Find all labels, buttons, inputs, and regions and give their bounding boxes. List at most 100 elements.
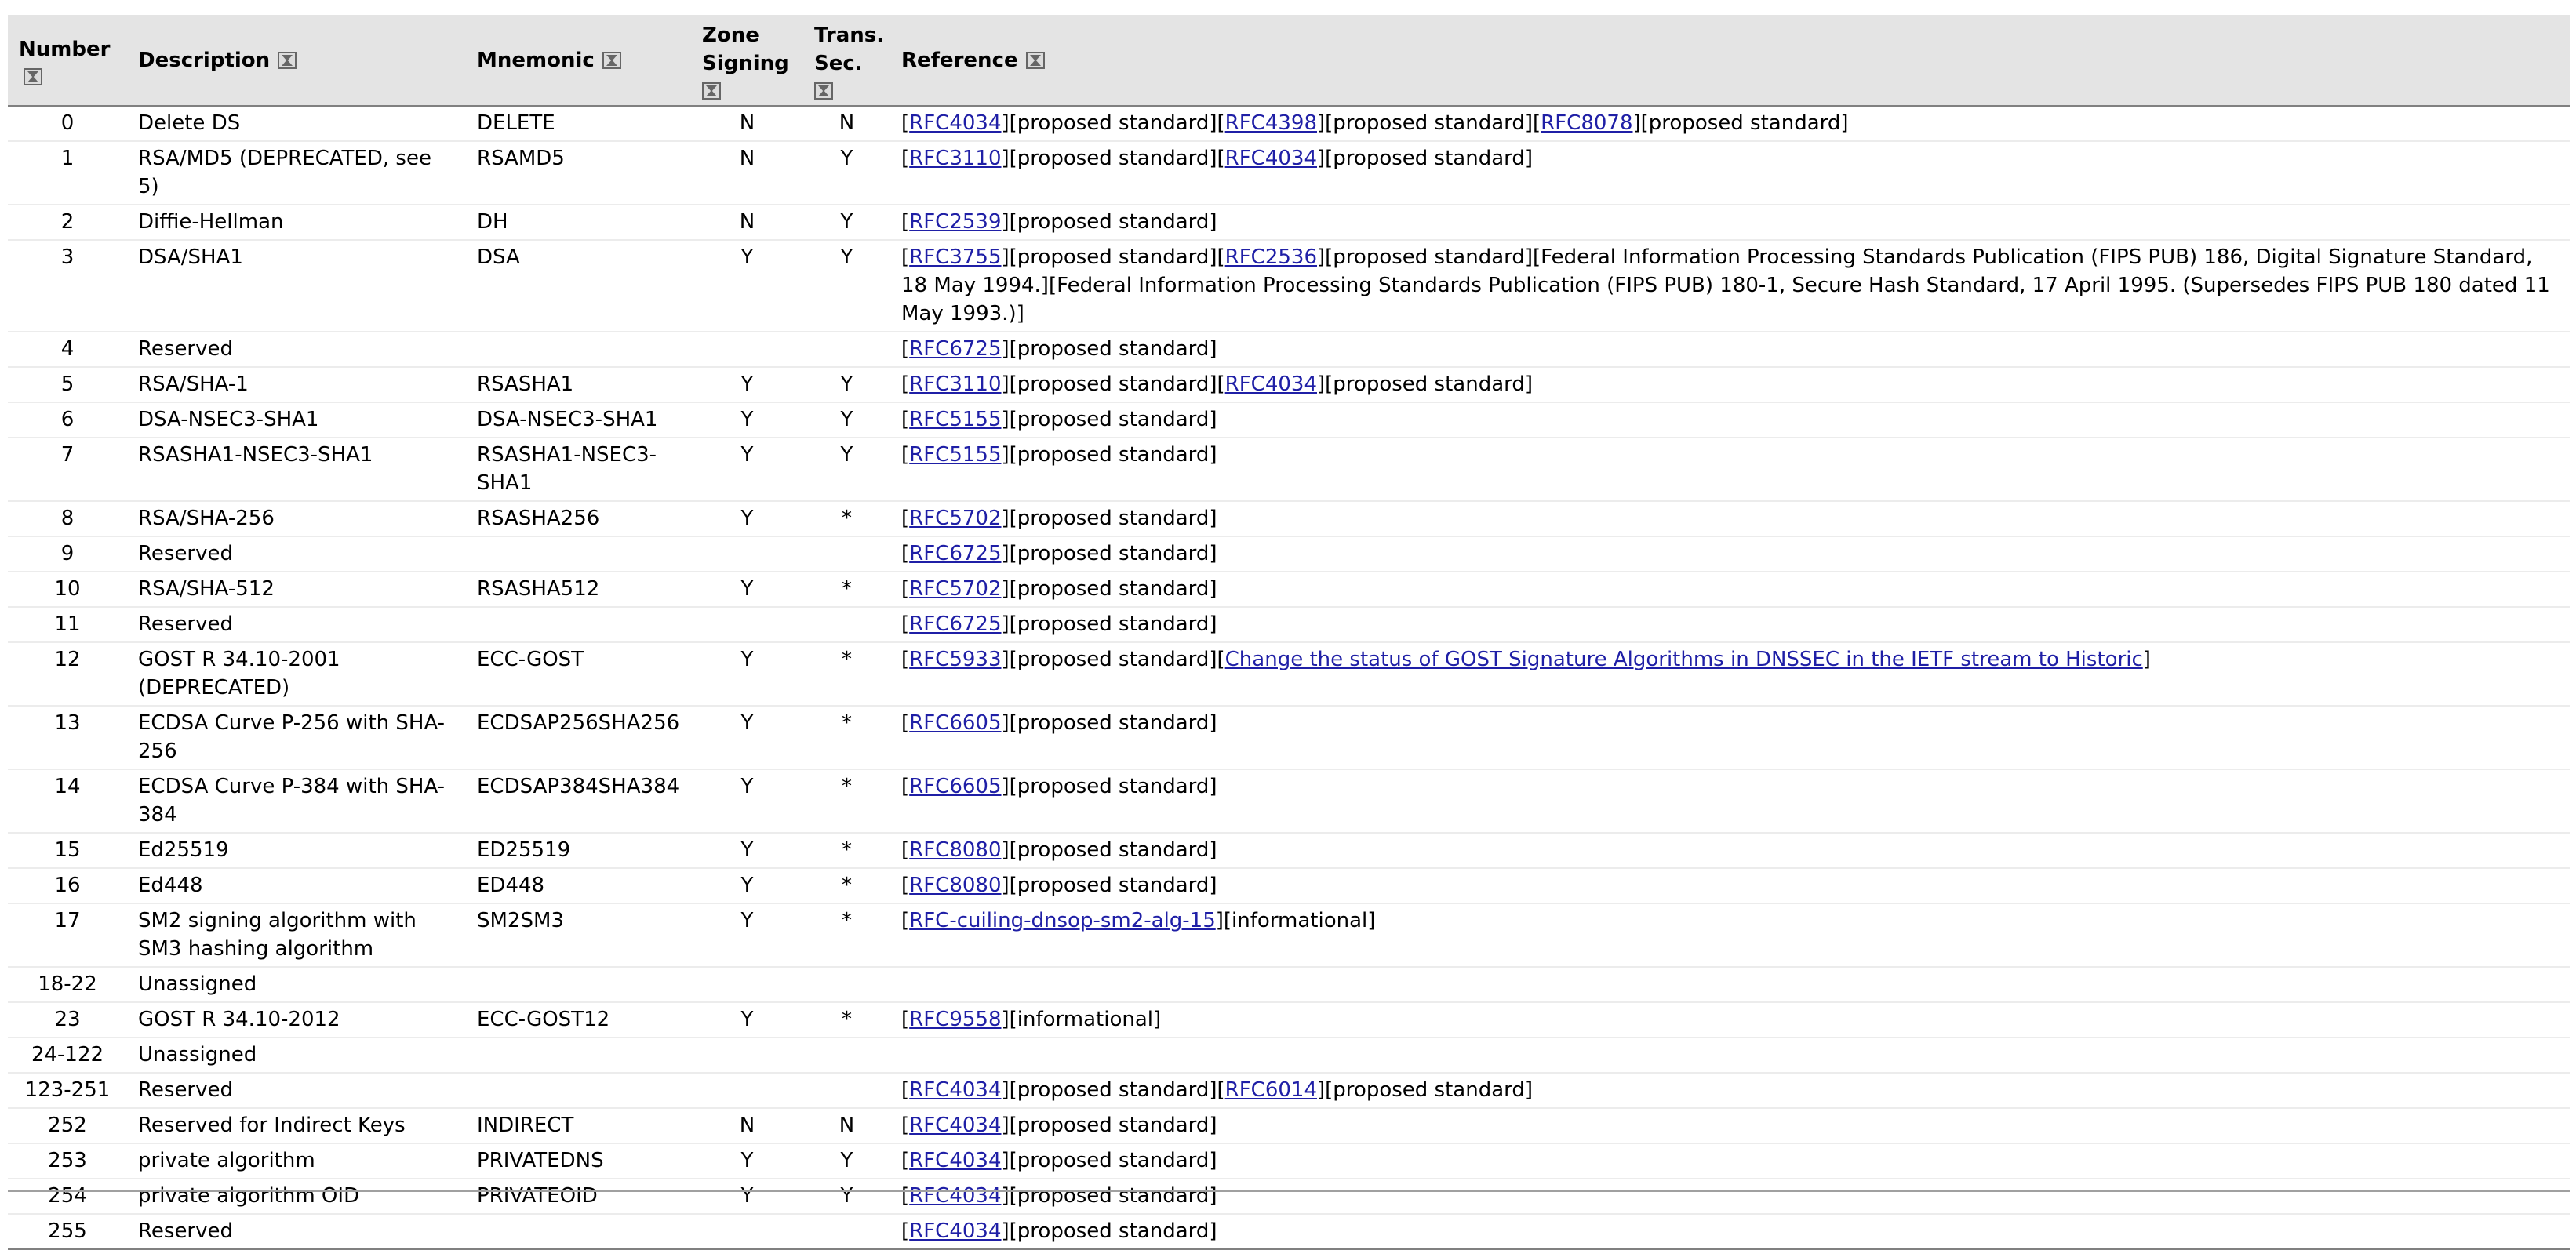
zone-signing-cell: Y xyxy=(691,706,803,770)
reference-text: ][proposed standard][ xyxy=(1001,245,1225,269)
description-cell: GOST R 34.10-2012 xyxy=(127,1002,466,1038)
zone-signing-cell: Y xyxy=(691,501,803,537)
reference-cell: [RFC3110][proposed standard][RFC4034][pr… xyxy=(890,367,2570,403)
hourglass-sort-icon[interactable] xyxy=(24,67,42,85)
number-cell: 3 xyxy=(8,240,127,332)
trans-sec-cell: * xyxy=(803,833,890,869)
reference-cell: [RFC4034][proposed standard] xyxy=(890,1143,2570,1179)
trans-sec-cell: Y xyxy=(803,402,890,438)
number-cell: 253 xyxy=(8,1143,127,1179)
reference-cell: [RFC6605][proposed standard] xyxy=(890,769,2570,834)
reference-link[interactable]: RFC4034 xyxy=(909,1149,1001,1172)
reference-link[interactable]: RFC4034 xyxy=(909,1114,1001,1137)
number-cell: 12 xyxy=(8,642,127,707)
column-header-number[interactable]: Number xyxy=(8,15,127,107)
reference-link[interactable]: RFC6605 xyxy=(909,775,1001,798)
column-header-label: Number xyxy=(19,37,111,61)
reference-text: ][proposed standard] xyxy=(1632,111,1849,135)
description-cell: Reserved xyxy=(127,1073,466,1109)
table-row: 2 Diffie-Hellman DH N Y [RFC2539][proposed st… xyxy=(8,205,2570,241)
reference-link[interactable]: RFC5155 xyxy=(909,443,1001,467)
reference-link[interactable]: RFC-cuiling-dnsop-sm2-alg-15 xyxy=(909,909,1216,932)
reference-text: [ xyxy=(901,443,910,467)
trans-sec-cell: Y xyxy=(803,1143,890,1179)
reference-text: ][proposed standard] xyxy=(1317,1078,1534,1102)
reference-link[interactable]: Change the status of GOST Signature Algo… xyxy=(1225,648,2143,671)
reference-link[interactable]: RFC6605 xyxy=(909,711,1001,735)
reference-link[interactable]: RFC4034 xyxy=(909,1184,1001,1208)
hourglass-sort-icon[interactable] xyxy=(602,52,621,69)
reference-link[interactable]: RFC2539 xyxy=(909,210,1001,234)
reference-link[interactable]: RFC8078 xyxy=(1541,111,1632,135)
description-cell: ECDSA Curve P-256 with SHA-256 xyxy=(127,706,466,770)
reference-cell: [RFC6725][proposed standard] xyxy=(890,332,2570,368)
reference-link[interactable]: RFC4398 xyxy=(1225,111,1317,135)
reference-link[interactable]: RFC6725 xyxy=(909,542,1001,565)
description-cell: Reserved xyxy=(127,607,466,643)
number-cell: 18-22 xyxy=(8,967,127,1003)
description-cell: Diffie-Hellman xyxy=(127,205,466,241)
zone-signing-cell xyxy=(691,607,803,643)
reference-link[interactable]: RFC3110 xyxy=(909,147,1001,170)
zone-signing-cell xyxy=(691,967,803,1003)
description-cell: Reserved xyxy=(127,536,466,572)
reference-text: [ xyxy=(901,577,910,601)
reference-link[interactable]: RFC4034 xyxy=(1225,147,1317,170)
hourglass-sort-icon[interactable] xyxy=(1025,52,1045,69)
reference-cell: [RFC5933][proposed standard][Change the … xyxy=(890,642,2570,707)
table-row: 18-22 Unassigned xyxy=(8,967,2570,1003)
reference-text: ][proposed standard][ xyxy=(1001,1078,1225,1102)
reference-link[interactable]: RFC4034 xyxy=(909,1219,1001,1243)
number-cell: 1 xyxy=(8,141,127,205)
reference-text: ][proposed standard][ xyxy=(1001,372,1225,396)
table-row: 14 ECDSA Curve P-384 with SHA-384 ECDSAP38… xyxy=(8,769,2570,834)
reference-link[interactable]: RFC5155 xyxy=(909,408,1001,431)
reference-link[interactable]: RFC6725 xyxy=(909,337,1001,361)
reference-text: [ xyxy=(901,111,910,135)
reference-link[interactable]: RFC8080 xyxy=(909,874,1001,897)
column-header-mnemonic[interactable]: Mnemonic xyxy=(466,15,691,107)
number-cell: 16 xyxy=(8,868,127,904)
trans-sec-cell: * xyxy=(803,868,890,904)
description-cell: Reserved xyxy=(127,332,466,368)
column-header-reference[interactable]: Reference xyxy=(890,15,2570,107)
mnemonic-cell: ED448 xyxy=(466,868,691,904)
reference-cell xyxy=(890,1037,2570,1074)
reference-link[interactable]: RFC5702 xyxy=(909,577,1001,601)
mnemonic-cell: DSA xyxy=(466,240,691,332)
reference-text: ][proposed standard] xyxy=(1001,1184,1217,1208)
reference-link[interactable]: RFC3755 xyxy=(909,245,1001,269)
reference-link[interactable]: RFC5933 xyxy=(909,648,1001,671)
reference-cell: [RFC5702][proposed standard] xyxy=(890,572,2570,608)
reference-link[interactable]: RFC8080 xyxy=(909,838,1001,862)
reference-link[interactable]: RFC4034 xyxy=(1225,372,1317,396)
zone-signing-cell: Y xyxy=(691,903,803,968)
mnemonic-cell: PRIVATEOID xyxy=(466,1179,691,1215)
column-header-zone-signing[interactable]: Zone Signing xyxy=(691,15,803,107)
trans-sec-cell xyxy=(803,967,890,1003)
hourglass-sort-icon[interactable] xyxy=(814,82,833,100)
reference-text: ][proposed standard] xyxy=(1001,874,1217,897)
reference-text: ][proposed standard][ xyxy=(1001,111,1225,135)
column-header-trans-sec[interactable]: Trans. Sec. xyxy=(803,15,890,107)
table-body: 0 Delete DS DELETE N N [RFC4034][proposed sta… xyxy=(8,106,2570,1250)
trans-sec-cell: * xyxy=(803,501,890,537)
column-header-description[interactable]: Description xyxy=(127,15,466,107)
reference-text: [ xyxy=(901,1184,910,1208)
reference-link[interactable]: RFC6725 xyxy=(909,612,1001,636)
reference-link[interactable]: RFC2536 xyxy=(1225,245,1317,269)
hourglass-sort-icon[interactable] xyxy=(702,82,721,100)
reference-link[interactable]: RFC9558 xyxy=(909,1008,1001,1031)
reference-link[interactable]: RFC6014 xyxy=(1225,1078,1317,1102)
reference-text: ][proposed standard] xyxy=(1001,210,1217,234)
trans-sec-cell xyxy=(803,1073,890,1109)
reference-text: ][proposed standard][ xyxy=(1001,147,1225,170)
zone-signing-cell: N xyxy=(691,1108,803,1144)
reference-link[interactable]: RFC4034 xyxy=(909,1078,1001,1102)
reference-text: ][proposed standard] xyxy=(1001,1114,1217,1137)
zone-signing-cell: Y xyxy=(691,769,803,834)
hourglass-sort-icon[interactable] xyxy=(278,52,297,69)
reference-link[interactable]: RFC3110 xyxy=(909,372,1001,396)
reference-link[interactable]: RFC4034 xyxy=(909,111,1001,135)
reference-link[interactable]: RFC5702 xyxy=(909,507,1001,530)
